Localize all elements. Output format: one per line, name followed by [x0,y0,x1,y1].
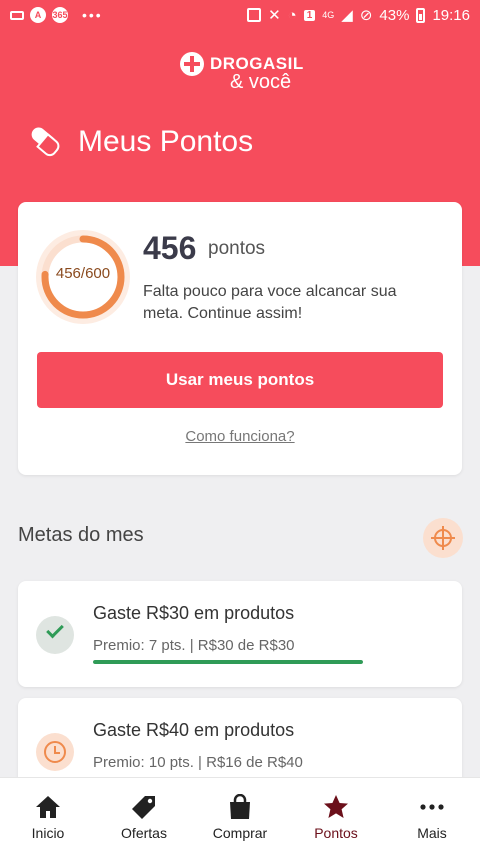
tab-comprar[interactable]: Comprar [192,778,288,852]
target-icon[interactable] [423,518,463,558]
tab-ofertas[interactable]: Ofertas [96,778,192,852]
cast-icon [247,8,262,22]
points-value: 456 [143,230,197,266]
tab-mais[interactable]: Mais [384,778,480,852]
app-icon: A [30,7,46,23]
network-label: 4G [322,10,335,20]
tab-label: Inicio [31,825,65,841]
cross-logo-icon [180,52,204,76]
bottom-tab-bar: Inicio Ofertas Comprar Pontos Mais [0,777,480,852]
goal-title: Gaste R$40 em produtos [93,720,295,740]
page-title: Meus Pontos [78,125,254,158]
tab-label: Comprar [212,825,268,841]
home-icon [36,796,60,818]
shopping-bag-icon [230,794,250,819]
points-progress-ring: 456/600 [36,230,130,324]
how-it-works-link[interactable]: Como funciona? [18,428,462,445]
tab-pontos[interactable]: Pontos [288,778,384,852]
goal-subtitle: Premio: 7 pts. | R$30 de R$30 [93,637,295,654]
goal-subtitle: Premio: 10 pts. | R$16 de R$40 [93,754,303,771]
status-bar: A 365 ••• ✕ ◔ 1 4G ◢ ⊘ 43% 19:16 [0,0,480,30]
more-icon [420,804,444,810]
dnd-icon: ⊘ [359,7,373,24]
tab-label: Pontos [314,825,358,841]
tag-icon [132,796,155,819]
points-unit: pontos [208,238,266,259]
check-icon [36,616,74,654]
brand-subtitle: & você [230,71,292,93]
app-icon: 365 [52,7,68,23]
camera-icon [10,10,24,20]
signal-icon: ◢ [341,7,353,24]
points-card: 456/600 456 pontos Falta pouco para voce… [18,202,462,475]
tab-label: Mais [417,825,447,841]
goals-section-title: Metas do mes [18,524,144,546]
goal-progress-bar [93,660,363,664]
wifi-icon: ◔ [287,6,297,24]
points-ratio: 456/600 [55,265,111,282]
page-title-row: Meus Pontos [26,124,253,160]
clock-time: 19:16 [432,6,470,24]
goal-progress-fill [93,660,363,664]
goal-title: Gaste R$30 em produtos [93,603,295,623]
goal-card[interactable]: Gaste R$30 em produtos Premio: 7 pts. | … [18,581,462,687]
more-notifications-icon: ••• [82,7,103,23]
clock-icon [36,733,74,771]
use-points-button[interactable]: Usar meus pontos [37,352,443,408]
battery-icon [416,7,426,23]
star-icon [324,795,348,818]
points-message: Falta pouco para voce alcancar sua meta.… [143,283,397,322]
tab-label: Ofertas [121,825,167,841]
pill-icon [26,124,62,160]
notification-badge: 1 [303,9,316,21]
mute-icon: ✕ [268,7,281,24]
battery-level: 43% [379,6,410,24]
tab-inicio[interactable]: Inicio [0,778,96,852]
